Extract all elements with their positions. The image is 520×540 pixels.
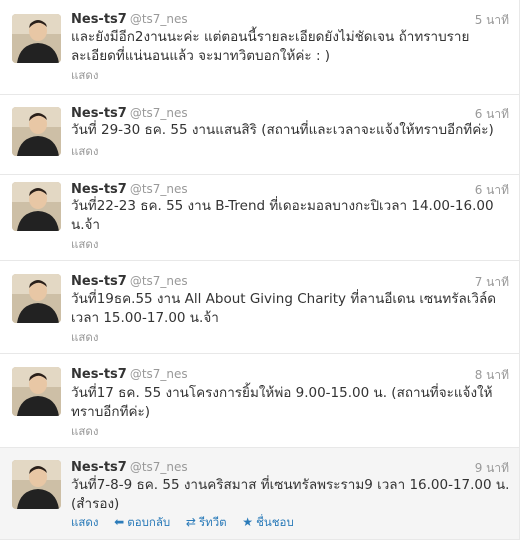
author-handle[interactable]: @ts7_nes [130, 106, 188, 120]
tweet-timeline: Nes-ts7 @ts7_nes 5 นาที และยังมีอีก2งานนะ… [0, 0, 520, 540]
star-icon: ★ [242, 515, 254, 529]
tweet-actions: แสดง ⬅ ตอบกลับ ⇄ รีทวีต ★ ชื่นชอบ [71, 514, 306, 532]
tweet-header: Nes-ts7 @ts7_nes [71, 459, 188, 476]
tweet-timestamp[interactable]: 8 นาที [475, 366, 509, 385]
author-name[interactable]: Nes-ts7 [71, 182, 127, 197]
tweet-item[interactable]: Nes-ts7 @ts7_nes 8 นาที วันที่17 ธค. 55 ง… [0, 354, 519, 448]
tweet-text: วันที่22-23 ธค. 55 งาน B-Trend ที่เดอะมอ… [71, 198, 494, 233]
tweet-header: Nes-ts7 @ts7_nes [71, 11, 188, 28]
tweet-text: วันที่19ธค.55 งาน All About Giving Chari… [71, 291, 496, 326]
tweet-header: Nes-ts7 @ts7_nes [71, 181, 188, 198]
tweet-item[interactable]: Nes-ts7 @ts7_nes 6 นาที วันที่22-23 ธค. 5… [0, 175, 519, 261]
tweet-header: Nes-ts7 @ts7_nes [71, 273, 188, 290]
avatar[interactable] [12, 367, 61, 416]
author-name[interactable]: Nes-ts7 [71, 12, 127, 27]
avatar[interactable] [12, 274, 61, 323]
retweet-icon: ⇄ [185, 515, 196, 529]
tweet-text: และยังมีอีก2งานนะค่ะ แต่ตอนนี้รายละเอียด… [71, 29, 470, 64]
expand-link[interactable]: แสดง [71, 515, 99, 529]
expand-link[interactable]: แสดง [71, 236, 99, 254]
author-name[interactable]: Nes-ts7 [71, 274, 127, 289]
tweet-item[interactable]: Nes-ts7 @ts7_nes 7 นาที วันที่19ธค.55 งาน… [0, 261, 519, 354]
retweet-button[interactable]: ⇄ รีทวีต [186, 515, 227, 529]
favorite-button[interactable]: ★ ชื่นชอบ [242, 515, 293, 529]
tweet-text: วันที่7-8-9 ธค. 55 งานคริสมาส ที่เซนทรัล… [71, 477, 510, 512]
favorite-label: ชื่นชอบ [256, 515, 294, 529]
reply-button[interactable]: ⬅ ตอบกลับ [114, 515, 170, 529]
author-name[interactable]: Nes-ts7 [71, 460, 127, 475]
author-name[interactable]: Nes-ts7 [71, 106, 127, 121]
expand-link[interactable]: แสดง [71, 329, 99, 347]
expand-link[interactable]: แสดง [71, 143, 99, 161]
author-handle[interactable]: @ts7_nes [130, 367, 188, 381]
expand-link[interactable]: แสดง [71, 67, 99, 85]
tweet-text: วันที่ 29-30 ธค. 55 งานแสนสิริ (สถานที่แ… [71, 122, 494, 138]
tweet-text: วันที่17 ธค. 55 งานโครงการยิ้มให้พ่อ 9.0… [71, 385, 493, 420]
tweet-item[interactable]: Nes-ts7 @ts7_nes 6 นาที วันที่ 29-30 ธค. … [0, 95, 519, 175]
tweet-item[interactable]: Nes-ts7 @ts7_nes 5 นาที และยังมีอีก2งานนะ… [0, 0, 519, 95]
author-handle[interactable]: @ts7_nes [130, 460, 188, 474]
avatar[interactable] [12, 14, 61, 63]
avatar[interactable] [12, 460, 61, 509]
reply-label: ตอบกลับ [127, 515, 171, 529]
tweet-header: Nes-ts7 @ts7_nes [71, 105, 188, 122]
author-handle[interactable]: @ts7_nes [130, 12, 188, 26]
retweet-label: รีทวีต [198, 515, 227, 529]
avatar[interactable] [12, 107, 61, 156]
author-handle[interactable]: @ts7_nes [130, 274, 188, 288]
avatar[interactable] [12, 182, 61, 231]
tweet-item[interactable]: Nes-ts7 @ts7_nes 9 นาที วันที่7-8-9 ธค. 5… [0, 448, 519, 540]
author-name[interactable]: Nes-ts7 [71, 367, 127, 382]
expand-link[interactable]: แสดง [71, 423, 99, 441]
author-handle[interactable]: @ts7_nes [130, 182, 188, 196]
tweet-header: Nes-ts7 @ts7_nes [71, 366, 188, 383]
reply-icon: ⬅ [114, 515, 125, 529]
